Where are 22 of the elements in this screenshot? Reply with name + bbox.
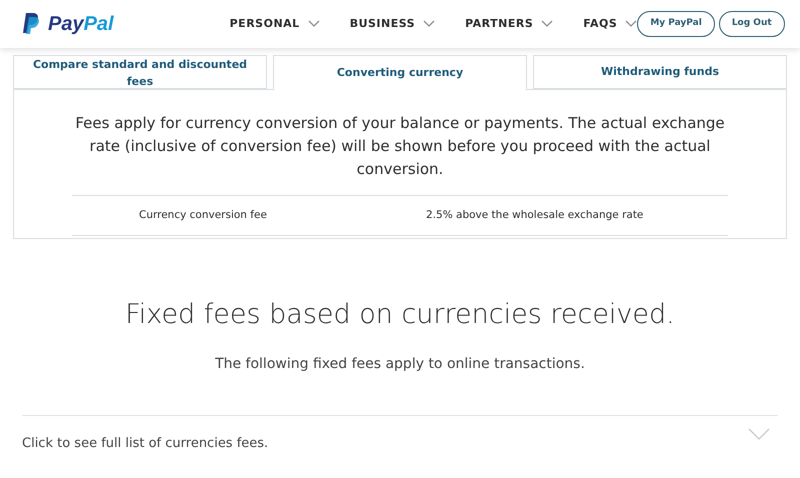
section-heading: Fixed fees based on currencies received. — [124, 298, 676, 332]
section-subtitle: The following fixed fees apply to online transactions. — [214, 354, 586, 374]
intro-paragraph: Fees apply for currency conversion of your balance or payments. The actual exchange rate (inclusive of conversion fee) will be shown before you proceed with the actual conversion. — [74, 113, 726, 180]
fee-label: Currency conversion fee — [139, 208, 268, 223]
chevron-down-icon[interactable] — [748, 428, 770, 440]
nav-link[interactable]: BUSINESS — [350, 16, 416, 32]
nav-link[interactable]: PERSONAL — [230, 16, 300, 32]
chevron-down-icon[interactable] — [308, 20, 320, 28]
nav-link[interactable]: PARTNERS — [465, 16, 534, 32]
logo-icon — [22, 13, 40, 35]
log-out-button[interactable]: Log Out — [718, 11, 785, 37]
my-account-button[interactable]: My PayPal — [637, 11, 715, 37]
nav-link[interactable]: FAQS — [583, 16, 618, 32]
chevron-down-icon[interactable] — [541, 20, 554, 28]
fee-value: 2.5% above the wholesale exchange rate — [426, 208, 644, 223]
tab[interactable]: Converting currency — [273, 55, 527, 90]
tab[interactable]: Withdrawing funds — [533, 55, 787, 89]
expand-link[interactable]: Click to see full list of currencies fees. — [22, 434, 268, 453]
chevron-down-icon[interactable] — [625, 20, 638, 28]
tab[interactable]: Compare standard and discounted fees — [13, 55, 267, 89]
chevron-down-icon[interactable] — [423, 20, 436, 28]
logo-text[interactable]: PayPal — [48, 9, 114, 39]
